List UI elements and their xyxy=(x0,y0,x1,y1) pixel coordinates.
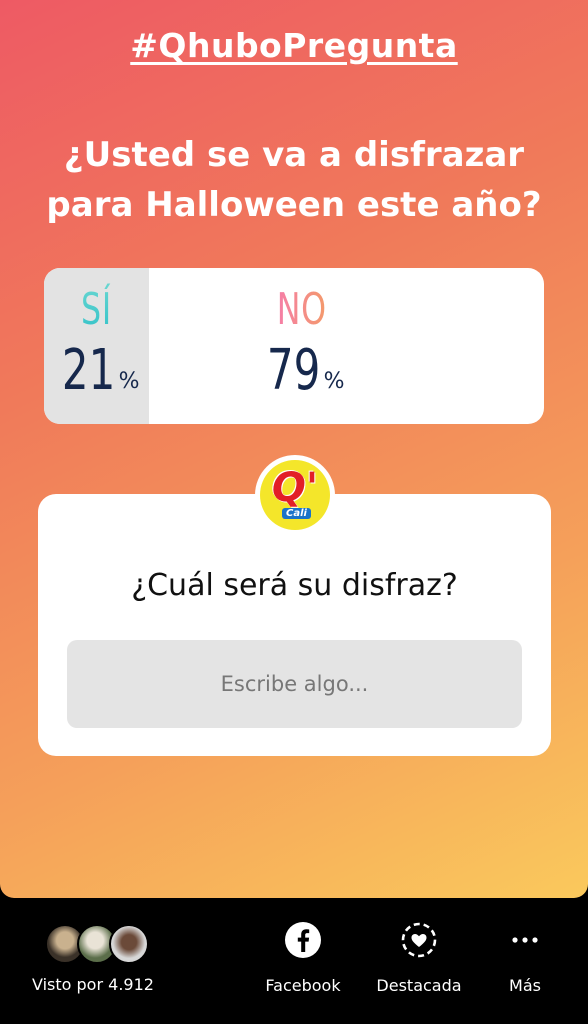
poll-option-percent: 21 % xyxy=(53,340,139,402)
poll-option-no[interactable]: NO 79 % xyxy=(149,268,454,424)
logo-city: Cali xyxy=(282,508,311,519)
more-dots-icon xyxy=(505,920,545,960)
poll-option-si[interactable]: SÍ 21 % xyxy=(44,268,149,424)
more-label: Más xyxy=(509,976,541,995)
poll-percent-value: 79 xyxy=(267,338,321,403)
poll-percent-symbol: % xyxy=(118,369,140,394)
highlight-button[interactable]: Destacada xyxy=(370,920,468,995)
highlight-heart-icon xyxy=(399,920,439,960)
logo-badge: Q' Cali xyxy=(260,460,330,530)
question-sticker-prompt: ¿Cuál será su disfraz? xyxy=(131,568,458,603)
hashtag-title: #QhuboPregunta xyxy=(130,26,458,65)
story-question-line2: para Halloween este año? xyxy=(46,185,542,225)
story-question-line1: ¿Usted se va a disfrazar xyxy=(63,135,525,175)
story-canvas[interactable]: #QhuboPregunta ¿Usted se va a disfrazar … xyxy=(0,0,588,898)
poll-percent-value: 21 xyxy=(62,338,116,403)
highlight-label: Destacada xyxy=(376,976,462,995)
qhubo-cali-logo: Q' Cali xyxy=(255,455,335,535)
seen-by-count[interactable]: Visto por 4.912 xyxy=(32,975,154,994)
story-question: ¿Usted se va a disfrazar para Halloween … xyxy=(20,130,568,230)
poll-option-label: NO xyxy=(276,282,326,338)
poll-option-percent: 79 % xyxy=(258,340,344,402)
more-button[interactable]: Más xyxy=(497,920,553,995)
poll-percent-symbol: % xyxy=(323,369,345,394)
logo-mark: Q' xyxy=(271,465,319,511)
avatar xyxy=(109,924,149,964)
poll-sticker[interactable]: SÍ 21 % NO 79 % xyxy=(44,268,544,424)
facebook-label: Facebook xyxy=(265,976,341,995)
answer-input[interactable]: Escribe algo... xyxy=(67,640,522,728)
facebook-button[interactable]: Facebook xyxy=(258,920,348,995)
poll-option-label: SÍ xyxy=(81,282,112,338)
facebook-icon xyxy=(283,920,323,960)
viewer-avatars[interactable] xyxy=(45,924,155,964)
